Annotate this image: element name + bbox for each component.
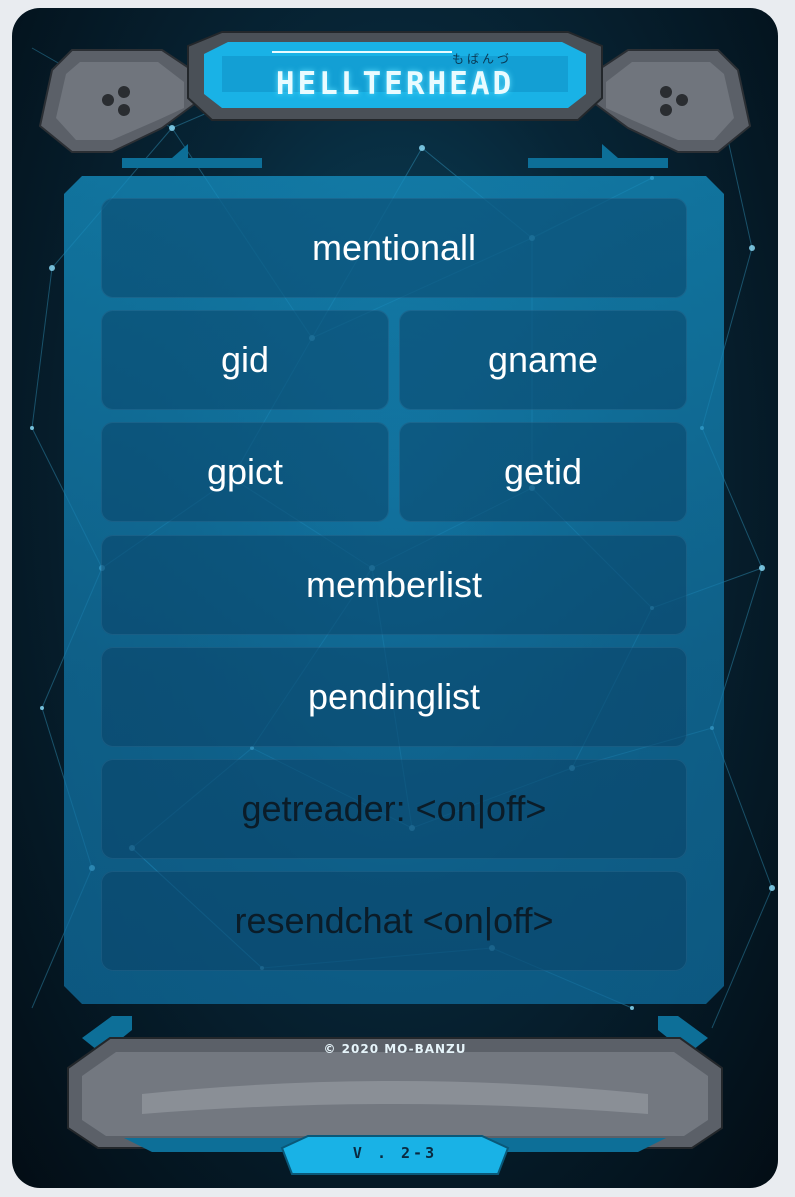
copyright-text: © 2020 MO-BANZU — [323, 1042, 467, 1056]
pendinglist-button[interactable]: pendinglist — [101, 647, 687, 747]
getid-button[interactable]: getid — [399, 422, 687, 522]
gid-button[interactable]: gid — [101, 310, 389, 410]
memberlist-button[interactable]: memberlist — [101, 535, 687, 635]
version-label: V . 2-3 — [352, 1144, 438, 1162]
getreader-button[interactable]: getreader: <on|off> — [101, 759, 687, 859]
resendchat-button[interactable]: resendchat <on|off> — [101, 871, 687, 971]
gname-button[interactable]: gname — [399, 310, 687, 410]
app-subtitle: もばんづ — [452, 52, 513, 66]
gpict-button[interactable]: gpict — [101, 422, 389, 522]
mentionall-button[interactable]: mentionall — [101, 198, 687, 298]
app-title: HELLTERHEAD — [275, 66, 515, 102]
app-card: HELLTERHEAD もばんづ mentionall gid gname gp… — [12, 8, 778, 1188]
